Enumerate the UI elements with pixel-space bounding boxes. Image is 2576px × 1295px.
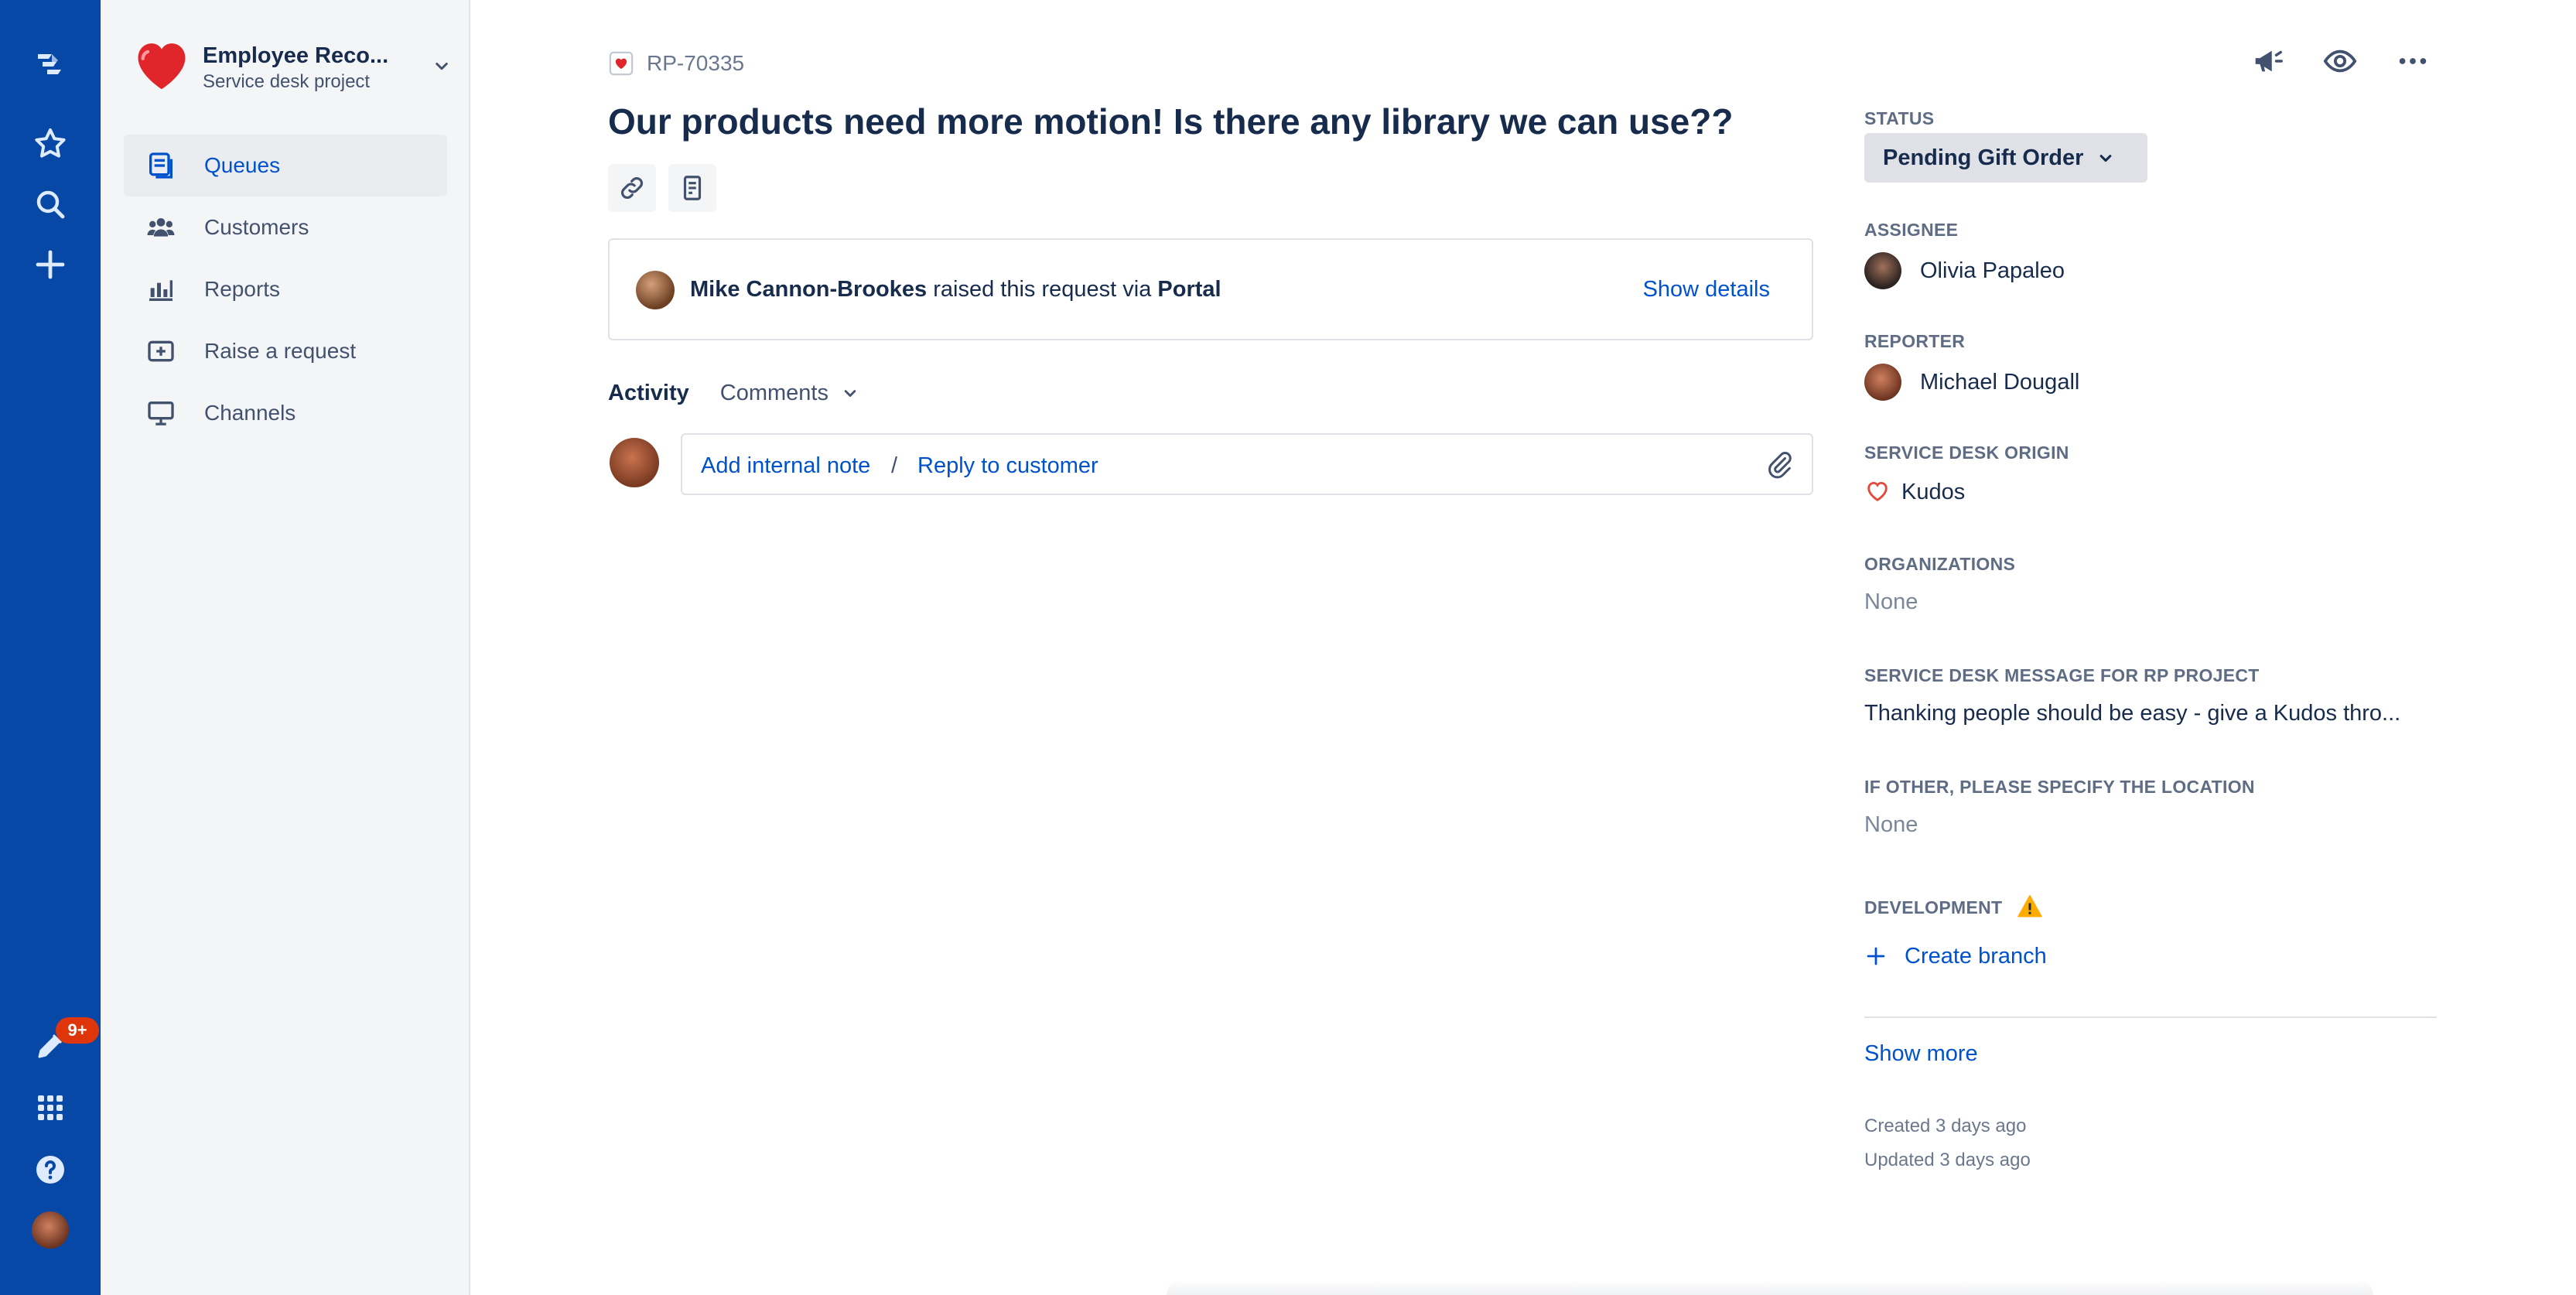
- avatar[interactable]: [1864, 364, 1901, 401]
- message-value[interactable]: Thanking people should be easy - give a …: [1864, 701, 2400, 726]
- issue-key[interactable]: RP-70335: [647, 51, 744, 76]
- help-icon[interactable]: [27, 1146, 73, 1193]
- development-label: DEVELOPMENT: [1864, 897, 2003, 917]
- star-icon[interactable]: [27, 121, 73, 167]
- issue-details-panel: STATUS Pending Gift Order ASSIGNEE Olivi…: [1864, 0, 2437, 1295]
- activity-label: Activity: [608, 380, 689, 405]
- paperclip-icon[interactable]: [1764, 449, 1795, 480]
- create-plus-icon[interactable]: [27, 241, 73, 288]
- assignee-value[interactable]: Olivia Papaleo: [1920, 258, 2065, 284]
- sidebar-item-customers[interactable]: Customers: [124, 196, 447, 258]
- status-label: STATUS: [1864, 108, 1935, 128]
- project-name: Employee Reco...: [203, 43, 389, 68]
- avatar: [610, 438, 659, 487]
- created-timestamp: Created 3 days ago: [1864, 1116, 2027, 1136]
- sidebar-item-label: Queues: [204, 153, 281, 177]
- origin-label: SERVICE DESK ORIGIN: [1864, 442, 2069, 463]
- customers-icon: [147, 218, 175, 237]
- global-navigation: 9+: [0, 0, 101, 1295]
- breadcrumb: RP-70335: [608, 48, 744, 79]
- sidebar-item-raise-request[interactable]: Raise a request: [124, 320, 447, 382]
- create-branch-label: Create branch: [1905, 943, 2047, 969]
- location-label: IF OTHER, PLEASE SPECIFY THE LOCATION: [1864, 777, 2255, 797]
- reporter-value[interactable]: Michael Dougall: [1920, 370, 2079, 395]
- message-label: SERVICE DESK MESSAGE FOR RP PROJECT: [1864, 665, 2260, 685]
- avatar[interactable]: [636, 271, 675, 309]
- request-origin-text: Mike Cannon-Brookes raised this request …: [690, 277, 1221, 302]
- search-icon[interactable]: [27, 181, 73, 227]
- avatar[interactable]: [1864, 252, 1901, 289]
- request-author[interactable]: Mike Cannon-Brookes: [690, 277, 927, 302]
- sidebar-item-channels[interactable]: Channels: [124, 382, 447, 444]
- channels-icon: [148, 401, 174, 425]
- raise-request-icon: [148, 340, 174, 362]
- organizations-value[interactable]: None: [1864, 589, 1918, 615]
- project-type: Service desk project: [203, 71, 371, 92]
- request-channel: Portal: [1157, 277, 1221, 302]
- status-value: Pending Gift Order: [1883, 145, 2084, 170]
- request-summary-box: Mike Cannon-Brookes raised this request …: [608, 238, 1813, 340]
- project-heart-icon: [138, 43, 186, 90]
- link-issue-button[interactable]: [608, 164, 656, 212]
- organizations-label: ORGANIZATIONS: [1864, 554, 2016, 574]
- sidebar-item-label: Raise a request: [204, 339, 357, 363]
- app-switcher-icon[interactable]: [27, 1085, 73, 1131]
- sidebar-item-reports[interactable]: Reports: [124, 258, 447, 320]
- activity-filter-dropdown[interactable]: Comments: [720, 381, 828, 406]
- plus-icon: [1867, 947, 1885, 965]
- create-branch-button[interactable]: Create branch: [1864, 941, 2047, 972]
- add-internal-note-link[interactable]: Add internal note: [701, 453, 870, 479]
- project-switcher[interactable]: Employee Reco... Service desk project: [128, 31, 453, 101]
- location-value[interactable]: None: [1864, 812, 1918, 838]
- origin-value: Kudos: [1901, 480, 1966, 504]
- issue-title[interactable]: Our products need more motion! Is there …: [608, 101, 1733, 142]
- jira-logo-icon[interactable]: [27, 43, 73, 90]
- notification-count-badge: 9+: [56, 1017, 99, 1044]
- divider: [1864, 1017, 2437, 1018]
- attach-page-button[interactable]: [668, 164, 716, 212]
- warning-icon: [2017, 895, 2042, 917]
- heart-outline-icon: [1867, 481, 1888, 502]
- queues-icon: [149, 152, 173, 179]
- comment-separator: /: [891, 453, 898, 478]
- profile-avatar[interactable]: [27, 1207, 73, 1253]
- chevron-down-icon: [2099, 155, 2112, 162]
- updated-timestamp: Updated 3 days ago: [1864, 1150, 2031, 1170]
- sidebar-item-label: Channels: [204, 401, 296, 425]
- issue-type-heart-icon: [609, 51, 634, 76]
- project-sidebar: Employee Reco... Service desk project Qu…: [101, 0, 470, 1295]
- chevron-down-icon: [436, 63, 448, 70]
- reports-icon: [149, 280, 173, 301]
- link-icon: [621, 177, 643, 199]
- sidebar-item-label: Reports: [204, 277, 281, 301]
- comment-editor[interactable]: Add internal note / Reply to customer: [681, 433, 1813, 495]
- status-dropdown[interactable]: Pending Gift Order: [1864, 133, 2147, 183]
- activity-header: Activity Comments: [608, 378, 861, 408]
- reply-to-customer-link[interactable]: Reply to customer: [917, 453, 1098, 479]
- sidebar-item-label: Customers: [204, 215, 309, 239]
- request-middle-text: raised this request via: [933, 277, 1152, 302]
- show-more-link[interactable]: Show more: [1864, 1041, 1978, 1067]
- show-details-link[interactable]: Show details: [1643, 277, 1770, 302]
- page-icon: [683, 176, 702, 200]
- reporter-label: REPORTER: [1864, 331, 1966, 351]
- chevron-down-icon[interactable]: [839, 382, 861, 404]
- assignee-label: ASSIGNEE: [1864, 220, 1959, 240]
- sidebar-item-queues[interactable]: Queues: [124, 135, 447, 196]
